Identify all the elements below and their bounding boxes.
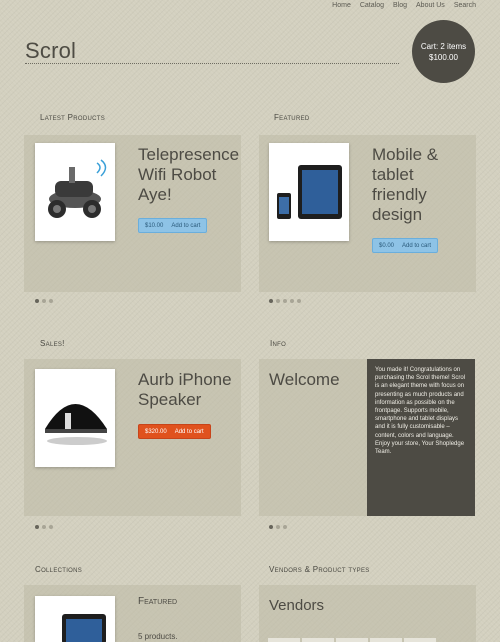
collection-image[interactable]	[35, 596, 115, 642]
tablet-icon	[62, 614, 106, 642]
site-logo[interactable]: Scrol	[25, 38, 76, 64]
slider-dot[interactable]	[290, 299, 294, 303]
slider-dot[interactable]	[35, 299, 39, 303]
cart-items-count: Cart: 2 items	[420, 42, 467, 51]
featured-price: $0.00	[379, 242, 395, 249]
sales-price: $320.00	[145, 428, 167, 435]
slider-dot[interactable]	[276, 299, 280, 303]
collection-count: 5 products.	[138, 632, 178, 641]
welcome-message: You made it! Congratulations on purchasi…	[367, 359, 475, 516]
robot-icon	[48, 159, 107, 218]
logo-divider	[25, 63, 399, 64]
latest-add-to-cart-button[interactable]: $10.00 Add to cart	[138, 218, 208, 233]
nav-search-link[interactable]: Search	[454, 2, 476, 9]
vendor-tab[interactable]	[302, 638, 334, 642]
slider-dot[interactable]	[49, 525, 53, 529]
vendor-tab[interactable]	[404, 638, 436, 642]
slider-dot[interactable]	[49, 299, 53, 303]
vendor-tab[interactable]	[370, 638, 402, 642]
robot-product-image[interactable]	[35, 143, 115, 241]
sales-add-to-cart-button[interactable]: $320.00 Add to cart	[138, 424, 211, 439]
sales-add-label: Add to cart	[174, 428, 204, 435]
speaker-icon	[45, 404, 107, 445]
slider-dot[interactable]	[269, 299, 273, 303]
sales-product-title[interactable]: Aurb iPhone Speaker	[138, 370, 238, 410]
tablet-icon	[277, 165, 342, 219]
speaker-product-image[interactable]	[35, 369, 115, 467]
slider-dot[interactable]	[297, 299, 301, 303]
slider-dot[interactable]	[283, 525, 287, 529]
collections-heading: Collections	[35, 565, 83, 574]
nav-blog-link[interactable]: Blog	[393, 2, 407, 9]
sales-heading: Sales!	[40, 339, 65, 348]
cart-badge[interactable]: Cart: 2 items $100.00	[412, 20, 475, 83]
featured-product-title[interactable]: Mobile & tablet friendly design	[372, 145, 462, 225]
cart-total: $100.00	[429, 53, 458, 62]
tablet-product-image[interactable]	[269, 143, 349, 241]
slider-dot[interactable]	[42, 525, 46, 529]
latest-products-heading: Latest Products	[40, 113, 106, 122]
featured-slider-dots	[269, 299, 301, 303]
nav-home-link[interactable]: Home	[332, 2, 351, 9]
featured-heading: Featured	[274, 113, 310, 122]
info-heading: Info	[270, 339, 287, 348]
slider-dot[interactable]	[283, 299, 287, 303]
vendor-tab[interactable]	[336, 638, 368, 642]
slider-dot[interactable]	[42, 299, 46, 303]
nav-catalog-link[interactable]: Catalog	[360, 2, 384, 9]
vendor-tab[interactable]	[268, 638, 300, 642]
sales-slider-dots	[35, 525, 53, 529]
vendor-tabs	[268, 638, 436, 642]
vendors-title: Vendors	[269, 597, 325, 614]
latest-product-title[interactable]: Telepresence Wifi Robot Aye!	[138, 145, 239, 205]
slider-dot[interactable]	[35, 525, 39, 529]
slider-dot[interactable]	[269, 525, 273, 529]
slider-dot[interactable]	[276, 525, 280, 529]
info-slider-dots	[269, 525, 287, 529]
nav-about-link[interactable]: About Us	[416, 2, 445, 9]
featured-add-to-cart-button[interactable]: $0.00 Add to cart	[372, 238, 439, 253]
featured-add-label: Add to cart	[402, 242, 432, 249]
latest-add-label: Add to cart	[171, 222, 201, 229]
welcome-title: Welcome	[269, 370, 340, 389]
latest-price: $10.00	[145, 222, 164, 229]
collection-title[interactable]: Featured	[138, 596, 177, 607]
latest-slider-dots	[35, 299, 53, 303]
top-nav: Home Catalog Blog About Us Search	[332, 2, 476, 9]
vendors-heading: Vendors & Product types	[269, 565, 370, 574]
